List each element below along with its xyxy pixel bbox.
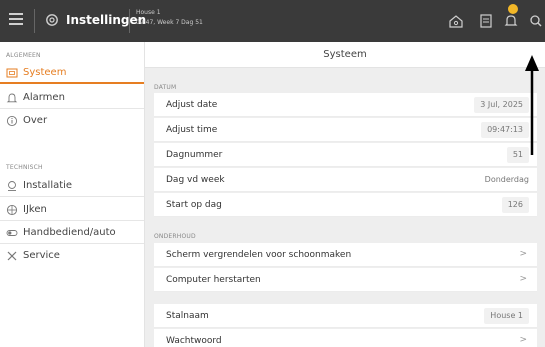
- setting-row-dagnummer[interactable]: Dagnummer 51: [154, 143, 537, 167]
- setting-value[interactable]: 3 Jul, 2025: [474, 97, 529, 113]
- setting-label: Stalnaam: [166, 311, 209, 321]
- setting-row-start-op-dag[interactable]: Start op dag 126: [154, 193, 537, 217]
- setting-value: Donderdag: [484, 175, 529, 184]
- sidebar-item-label: Systeem: [23, 67, 67, 78]
- document-icon[interactable]: [478, 13, 494, 29]
- top-bar: Instellingen House 1 09:47, Week 7 Dag 5…: [0, 0, 545, 42]
- setting-label: Wachtwoord: [166, 336, 222, 346]
- chevron-right-icon: >: [519, 274, 527, 284]
- sidebar-item-label: Over: [23, 115, 48, 126]
- search-icon[interactable]: [528, 13, 544, 29]
- chevron-right-icon: >: [519, 249, 527, 259]
- setting-row-wachtwoord[interactable]: Wachtwoord >: [154, 329, 537, 347]
- calibrate-icon: [6, 204, 18, 216]
- divider: [0, 196, 144, 197]
- setting-row-stalnaam[interactable]: Stalnaam House 1: [154, 304, 537, 328]
- chevron-right-icon: >: [519, 335, 527, 345]
- setting-label: Start op dag: [166, 200, 222, 210]
- sidebar-item-service[interactable]: Service: [0, 245, 144, 267]
- active-indicator: [0, 82, 144, 84]
- setting-label: Adjust time: [166, 125, 218, 135]
- setting-label: Dagnummer: [166, 150, 223, 160]
- setting-row-adjust-time[interactable]: Adjust time 09:47:13: [154, 118, 537, 142]
- section-label-technical: TECHNISCH: [6, 164, 43, 171]
- sidebar-item-label: IJken: [23, 204, 47, 215]
- alarm-bell-icon: [6, 93, 18, 103]
- tools-icon: [7, 251, 17, 261]
- installation-icon: [8, 181, 16, 191]
- setting-label: Dag vd week: [166, 175, 225, 185]
- page-header: Systeem: [145, 42, 545, 68]
- setting-value[interactable]: 126: [501, 197, 529, 213]
- setting-row-dag-vd-week: Dag vd week Donderdag: [154, 168, 537, 192]
- setting-label: Computer herstarten: [166, 275, 261, 285]
- setting-label: Scherm vergrendelen voor schoonmaken: [166, 250, 352, 260]
- notification-badge: [508, 4, 518, 14]
- setting-row-screen-lock[interactable]: Scherm vergrendelen voor schoonmaken >: [154, 243, 537, 267]
- sidebar-item-installatie[interactable]: Installatie: [0, 175, 144, 197]
- setting-label: Adjust date: [166, 100, 218, 110]
- divider: [129, 9, 130, 33]
- home-icon[interactable]: [448, 13, 464, 29]
- group-label-onderhoud: ONDERHOUD: [154, 233, 196, 240]
- sidebar-item-systeem[interactable]: Systeem: [0, 62, 144, 84]
- bell-icon[interactable]: [503, 13, 519, 29]
- toggle-icon: [6, 230, 18, 236]
- main-panel: Systeem DATUM Adjust date 3 Jul, 2025 Ad…: [145, 42, 545, 347]
- sidebar-item-label: Service: [23, 250, 60, 261]
- setting-row-restart-computer[interactable]: Computer herstarten >: [154, 268, 537, 292]
- sidebar: ALGEMEEN Systeem Alarmen Over TECHNISCH …: [0, 42, 145, 347]
- menu-icon[interactable]: [9, 13, 23, 27]
- sidebar-item-label: Handbediend/auto: [23, 227, 116, 238]
- sidebar-item-label: Installatie: [23, 180, 73, 191]
- info-icon: [6, 115, 18, 127]
- gear-icon: [46, 14, 58, 26]
- divider: [34, 9, 35, 33]
- divider: [0, 243, 144, 244]
- sidebar-item-ijken[interactable]: IJken: [0, 199, 144, 221]
- setting-row-adjust-date[interactable]: Adjust date 3 Jul, 2025: [154, 93, 537, 117]
- app-title: Instellingen: [66, 13, 147, 27]
- sidebar-item-over[interactable]: Over: [0, 110, 144, 132]
- setting-value[interactable]: 09:47:13: [481, 122, 529, 138]
- sidebar-item-label: Alarmen: [23, 92, 65, 103]
- sidebar-item-alarmen[interactable]: Alarmen: [0, 87, 144, 109]
- group-label-datum: DATUM: [154, 84, 177, 91]
- section-label-general: ALGEMEEN: [6, 52, 41, 59]
- page-title: Systeem: [323, 49, 367, 60]
- divider: [0, 220, 144, 221]
- time-week-day: 09:47, Week 7 Dag 51: [136, 19, 203, 26]
- annotation-arrow-icon: [525, 55, 539, 155]
- setting-value[interactable]: House 1: [484, 308, 529, 324]
- house-name: House 1: [136, 9, 161, 16]
- divider: [0, 108, 144, 109]
- system-icon: [6, 68, 18, 78]
- sidebar-item-handbediend[interactable]: Handbediend/auto: [0, 222, 144, 244]
